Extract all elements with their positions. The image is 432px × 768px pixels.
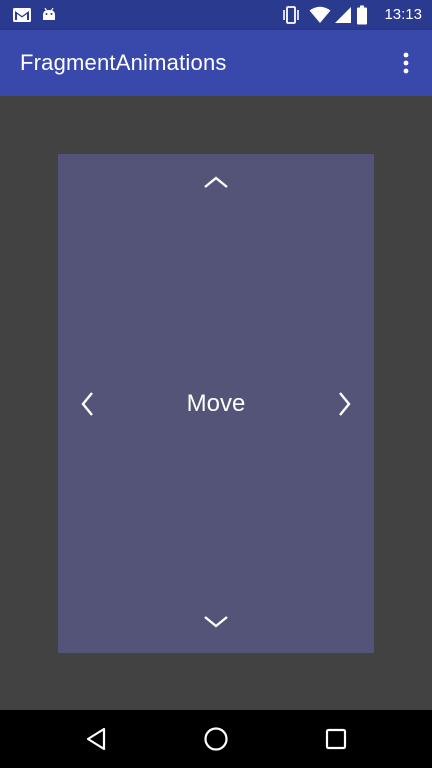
move-right-button[interactable] bbox=[330, 384, 360, 424]
app-title: FragmentAnimations bbox=[20, 50, 227, 75]
home-button[interactable] bbox=[192, 715, 240, 763]
recents-icon bbox=[325, 728, 347, 750]
more-vert-icon bbox=[403, 52, 409, 74]
recents-button[interactable] bbox=[312, 715, 360, 763]
vibrate-icon bbox=[281, 0, 301, 30]
back-icon bbox=[86, 727, 106, 751]
android-icon bbox=[41, 0, 57, 30]
move-up-button[interactable] bbox=[196, 166, 236, 198]
overflow-menu-button[interactable] bbox=[386, 43, 426, 83]
status-bar: 13:13 bbox=[0, 0, 432, 30]
navigation-bar bbox=[0, 710, 432, 768]
chevron-right-icon bbox=[339, 392, 351, 416]
back-button[interactable] bbox=[72, 715, 120, 763]
cell-signal-icon bbox=[334, 0, 352, 30]
battery-icon bbox=[356, 0, 368, 30]
content-area: Move bbox=[0, 96, 432, 710]
app-bar: FragmentAnimations bbox=[0, 30, 432, 96]
wifi-icon bbox=[309, 0, 331, 30]
move-down-button[interactable] bbox=[196, 606, 236, 638]
chevron-up-icon bbox=[204, 176, 228, 188]
status-clock: 13:13 bbox=[384, 6, 422, 23]
home-icon bbox=[204, 727, 228, 751]
chevron-down-icon bbox=[204, 616, 228, 628]
move-label: Move bbox=[186, 390, 246, 417]
move-card[interactable]: Move bbox=[58, 154, 374, 653]
gmail-icon bbox=[12, 0, 32, 30]
